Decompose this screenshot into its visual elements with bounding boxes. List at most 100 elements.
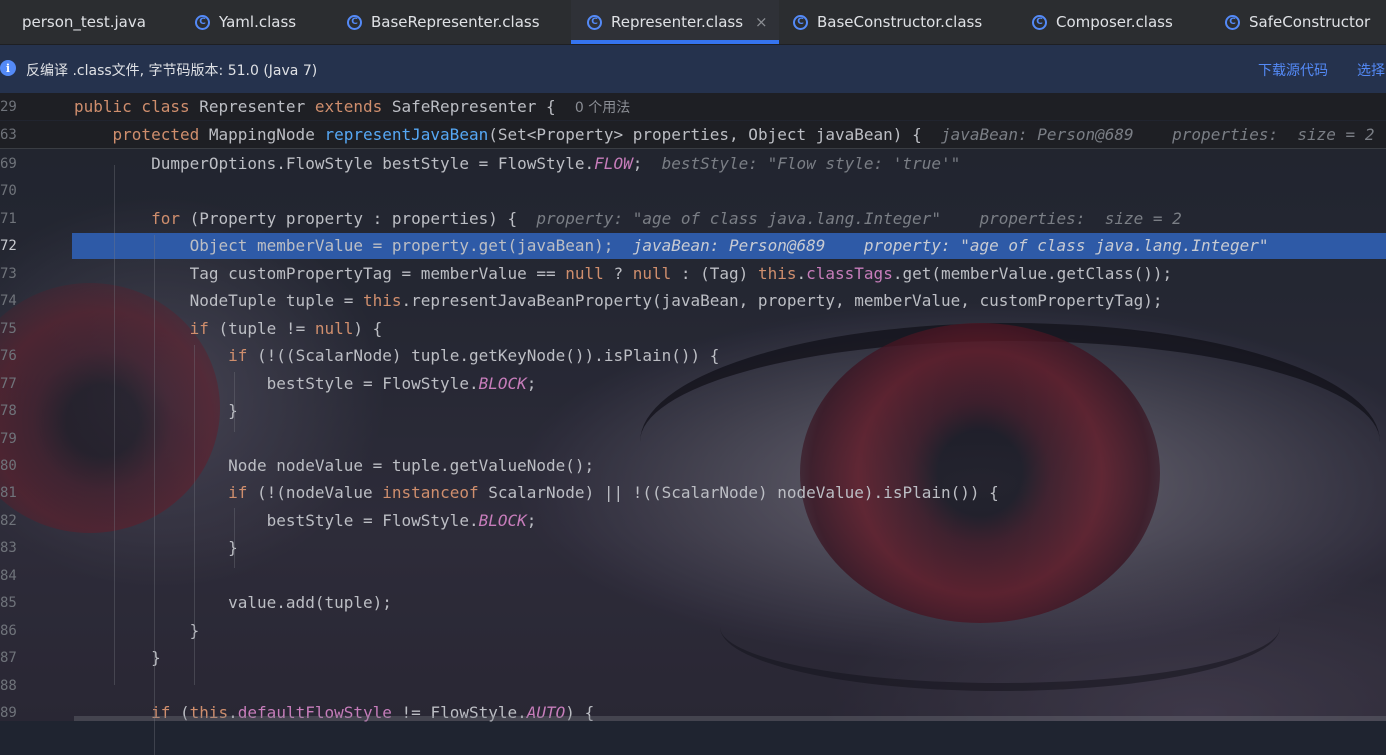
code-token: bestStyle = FlowStyle. — [74, 511, 479, 530]
line-number[interactable]: 73 — [0, 264, 40, 284]
code-token: value.add(tuple); — [74, 593, 392, 612]
line-number[interactable]: 87 — [0, 648, 40, 668]
code-token: null — [632, 264, 672, 283]
class-icon: C — [347, 14, 362, 30]
horizontal-scrollbar[interactable] — [74, 716, 1386, 721]
code-line[interactable]: bestStyle = FlowStyle.BLOCK; — [74, 511, 537, 531]
code-line[interactable]: DumperOptions.FlowStyle bestStyle = Flow… — [74, 154, 960, 174]
tab-label: person_test.java — [22, 13, 146, 31]
line-number[interactable]: 70 — [0, 181, 40, 201]
line-number[interactable]: 77 — [0, 374, 40, 394]
code-token: ; — [526, 511, 537, 530]
line-number[interactable]: 75 — [0, 319, 40, 339]
code-line[interactable]: Node nodeValue = tuple.getValueNode(); — [74, 456, 594, 476]
code-token: MappingNode — [208, 125, 325, 144]
code-token: . — [796, 264, 807, 283]
tab-yaml[interactable]: C Yaml.class — [176, 0, 332, 44]
code-line[interactable]: } — [74, 648, 161, 668]
indent-guide — [114, 165, 115, 685]
class-icon: C — [1225, 14, 1240, 30]
code-token: ? — [603, 264, 633, 283]
code-editor[interactable]: 69 DumperOptions.FlowStyle bestStyle = F… — [0, 93, 1386, 755]
code-token: property: "age of class java.lang.Intege… — [536, 209, 1182, 228]
class-icon: C — [587, 14, 602, 30]
code-line[interactable]: bestStyle = FlowStyle.BLOCK; — [74, 374, 537, 394]
code-line[interactable]: if (!(nodeValue instanceof ScalarNode) |… — [74, 483, 999, 503]
tab-label: BaseRepresenter.class — [371, 13, 540, 31]
sticky-line-number[interactable]: 63 — [0, 125, 40, 145]
download-sources-link[interactable]: 下载源代码 — [1258, 60, 1328, 80]
code-token: null — [565, 264, 604, 283]
line-number[interactable]: 81 — [0, 483, 40, 503]
code-token: null — [314, 319, 354, 338]
banner-message: 反编译 .class文件, 字节码版本: 51.0 (Java 7) — [26, 63, 318, 79]
code-line[interactable]: } — [74, 401, 238, 421]
line-number[interactable]: 79 — [0, 429, 40, 449]
code-line[interactable]: } — [74, 538, 238, 558]
line-number[interactable]: 82 — [0, 511, 40, 531]
code-line[interactable]: for (Property property : properties) { p… — [74, 209, 1182, 229]
tab-label: SafeConstructor — [1249, 13, 1371, 31]
sticky-line-number[interactable]: 29 — [0, 97, 40, 117]
editor-tab-bar: person_test.java C Yaml.class C BaseRepr… — [0, 0, 1386, 45]
sticky-code-line[interactable]: public class Representer extends SafeRep… — [74, 97, 630, 118]
indent-guide — [234, 508, 235, 568]
line-number[interactable]: 88 — [0, 676, 40, 696]
code-token: NodeTuple tuple = — [74, 291, 363, 310]
line-number[interactable]: 89 — [0, 703, 40, 723]
tab-safe-constructor[interactable]: C SafeConstructor — [1209, 0, 1386, 44]
code-token: (tuple != — [218, 319, 315, 338]
line-number[interactable]: 86 — [0, 621, 40, 641]
code-line[interactable]: if (tuple != null) { — [74, 319, 383, 339]
code-token: this — [757, 264, 797, 283]
info-icon: i — [0, 60, 16, 76]
code-token: SafeRepresenter { — [391, 97, 575, 116]
code-token: javaBean: Person@689 properties: size = … — [940, 125, 1375, 144]
code-token: Representer — [199, 97, 315, 116]
line-number[interactable]: 69 — [0, 154, 40, 174]
line-number[interactable]: 72 — [0, 236, 40, 256]
code-line[interactable]: NodeTuple tuple = this.representJavaBean… — [74, 291, 1163, 311]
code-token: .representJavaBeanProperty(javaBean, pro… — [401, 291, 1163, 310]
code-token: classTags — [806, 264, 893, 283]
code-line[interactable]: Object memberValue = property.get(javaBe… — [74, 236, 1269, 256]
choose-sources-link[interactable]: 选择 — [1357, 60, 1385, 80]
code-line[interactable]: } — [74, 621, 200, 641]
code-line[interactable]: if (!((ScalarNode) tuple.getKeyNode()).i… — [74, 346, 719, 366]
line-number[interactable]: 84 — [0, 566, 40, 586]
code-token: Node nodeValue = tuple.getValueNode(); — [74, 456, 595, 475]
close-icon[interactable]: × — [755, 13, 768, 31]
line-number[interactable]: 83 — [0, 538, 40, 558]
sticky-code-line[interactable]: protected MappingNode representJavaBean(… — [74, 125, 1375, 145]
code-line[interactable]: value.add(tuple); — [74, 593, 392, 613]
code-token: (!(nodeValue — [257, 483, 383, 502]
code-token: ScalarNode) || !((ScalarNode) nodeValue)… — [488, 483, 999, 502]
tab-label: BaseConstructor.class — [817, 13, 983, 31]
code-token: 0 个用法 — [574, 100, 631, 116]
class-icon: C — [195, 14, 210, 30]
tab-base-constructor[interactable]: C BaseConstructor.class — [779, 0, 1019, 44]
code-line[interactable]: Tag customPropertyTag = memberValue == n… — [74, 264, 1173, 284]
code-token: BLOCK — [478, 511, 527, 530]
line-number[interactable]: 71 — [0, 209, 40, 229]
line-number[interactable]: 85 — [0, 593, 40, 613]
indent-guide — [234, 372, 235, 432]
code-token: DumperOptions.FlowStyle bestStyle = Flow… — [74, 154, 595, 173]
code-token: } — [74, 648, 161, 667]
code-token: bestStyle: "Flow style: 'true'" — [661, 154, 961, 173]
code-token: if — [74, 346, 258, 365]
tab-representer[interactable]: C Representer.class × — [571, 0, 779, 44]
line-number[interactable]: 78 — [0, 401, 40, 421]
line-number[interactable]: 76 — [0, 346, 40, 366]
code-token: extends — [314, 97, 392, 116]
indent-guide — [194, 345, 195, 685]
tab-composer[interactable]: C Composer.class — [1019, 0, 1209, 44]
code-token: (Property property : properties) { — [189, 209, 537, 228]
tab-base-representer[interactable]: C BaseRepresenter.class — [332, 0, 572, 44]
tab-label: Composer.class — [1056, 13, 1173, 31]
line-number[interactable]: 74 — [0, 291, 40, 311]
line-number[interactable]: 80 — [0, 456, 40, 476]
code-token: ; — [526, 374, 537, 393]
tab-person-test[interactable]: person_test.java — [0, 0, 176, 44]
class-icon: C — [1032, 14, 1047, 30]
